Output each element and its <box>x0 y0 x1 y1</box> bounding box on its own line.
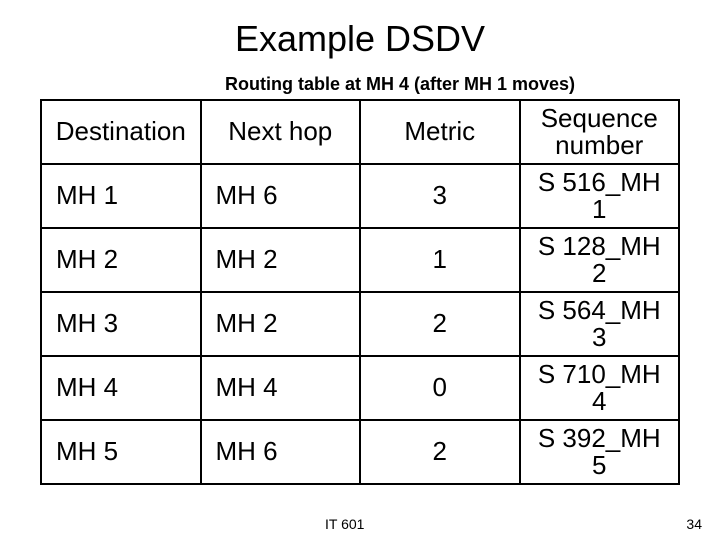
cell-sequence: S 516_MH 1 <box>520 164 680 228</box>
table-row: MH 4 MH 4 0 S 710_MH 4 <box>41 356 679 420</box>
cell-sequence: S 392_MH 5 <box>520 420 680 484</box>
cell-sequence: S 128_MH 2 <box>520 228 680 292</box>
col-sequence: Sequence number <box>520 100 680 164</box>
table-row: MH 1 MH 6 3 S 516_MH 1 <box>41 164 679 228</box>
cell-next-hop: MH 6 <box>201 164 361 228</box>
cell-next-hop: MH 6 <box>201 420 361 484</box>
cell-sequence: S 564_MH 3 <box>520 292 680 356</box>
col-destination: Destination <box>41 100 201 164</box>
table-row: MH 3 MH 2 2 S 564_MH 3 <box>41 292 679 356</box>
cell-metric: 2 <box>360 420 520 484</box>
col-next-hop: Next hop <box>201 100 361 164</box>
cell-sequence: S 710_MH 4 <box>520 356 680 420</box>
table-header-row: Destination Next hop Metric Sequence num… <box>41 100 679 164</box>
cell-destination: MH 4 <box>41 356 201 420</box>
cell-metric: 2 <box>360 292 520 356</box>
cell-destination: MH 2 <box>41 228 201 292</box>
cell-next-hop: MH 4 <box>201 356 361 420</box>
cell-next-hop: MH 2 <box>201 292 361 356</box>
footer-page-number: 34 <box>686 516 702 532</box>
table-row: MH 2 MH 2 1 S 128_MH 2 <box>41 228 679 292</box>
cell-next-hop: MH 2 <box>201 228 361 292</box>
slide-subtitle: Routing table at MH 4 (after MH 1 moves) <box>80 74 720 95</box>
footer-course-code: IT 601 <box>325 516 364 532</box>
cell-destination: MH 5 <box>41 420 201 484</box>
cell-metric: 0 <box>360 356 520 420</box>
cell-destination: MH 1 <box>41 164 201 228</box>
col-metric: Metric <box>360 100 520 164</box>
cell-metric: 3 <box>360 164 520 228</box>
table-row: MH 5 MH 6 2 S 392_MH 5 <box>41 420 679 484</box>
cell-destination: MH 3 <box>41 292 201 356</box>
slide-title: Example DSDV <box>0 0 720 60</box>
routing-table: Destination Next hop Metric Sequence num… <box>40 99 680 485</box>
cell-metric: 1 <box>360 228 520 292</box>
